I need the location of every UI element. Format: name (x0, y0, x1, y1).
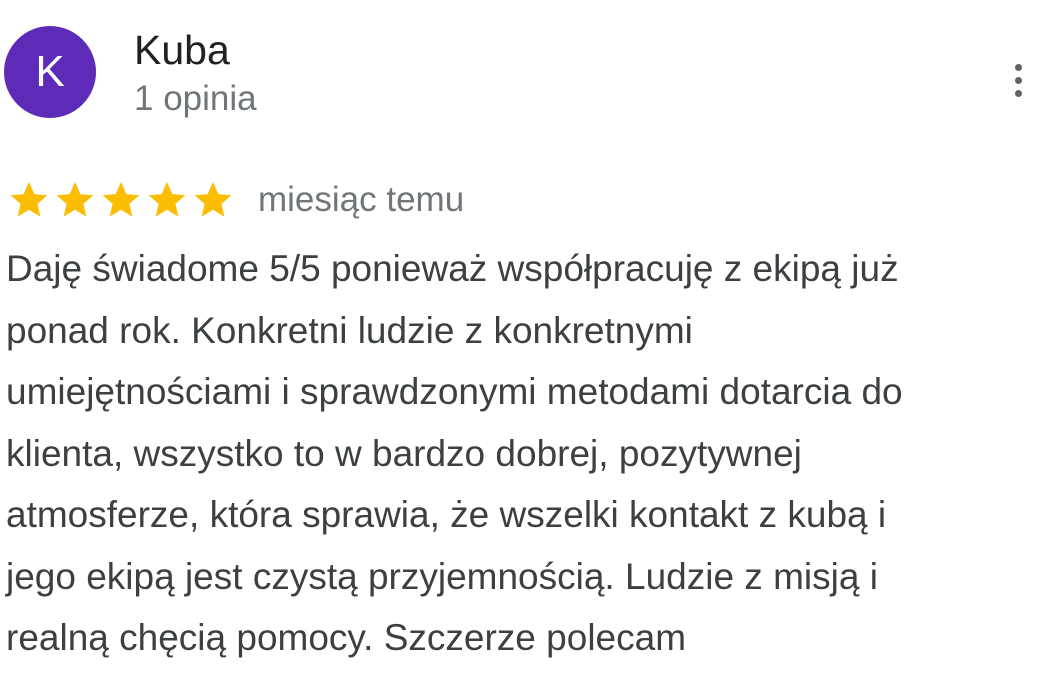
review-text-line: Daję świadome 5/5 ponieważ współpracuję … (6, 248, 899, 289)
review-card: K Kuba 1 opinia miesiąc temu Daję świado… (0, 0, 1055, 683)
star-icon (194, 182, 232, 217)
rating-row: miesiąc temu (6, 176, 464, 224)
star-icon (148, 182, 186, 217)
author-name[interactable]: Kuba (134, 26, 230, 75)
review-text: Daję świadome 5/5 ponieważ współpracuję … (6, 238, 1046, 669)
review-text-line: klienta, wszystko to w bardzo dobrej, po… (6, 432, 802, 474)
star-icon (102, 182, 140, 217)
star-rating (6, 178, 236, 222)
review-text-line: realną chęcią pomocy. Szczerze polecam (6, 617, 687, 658)
author-review-count[interactable]: 1 opinia (134, 78, 257, 120)
more-vert-icon (1014, 63, 1022, 71)
star-icon (10, 182, 48, 217)
more-options-button[interactable] (1000, 56, 1036, 104)
review-text-line: ponad rok. Konkretni ludzie z konkretnym… (6, 309, 693, 351)
review-date: miesiąc temu (258, 180, 465, 219)
more-vert-icon-dot (1014, 76, 1022, 84)
review-text-line: jego ekipą jest czystą przyjemnością. Lu… (6, 555, 878, 597)
review-text-line: umiejętnościami i sprawdzonymi metodami … (6, 371, 903, 412)
star-icon (56, 182, 94, 217)
avatar-initial: K (35, 47, 65, 96)
more-vert-icon-dot (1014, 89, 1022, 97)
avatar[interactable]: K (4, 26, 96, 118)
review-text-line: atmosferze, która sprawia, że wszelki ko… (6, 494, 887, 535)
